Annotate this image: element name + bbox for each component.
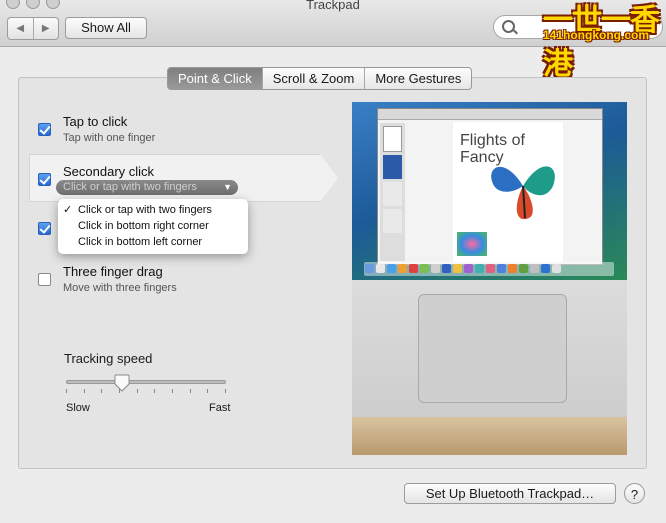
menu-item-bottom-right[interactable]: Click in bottom right corner xyxy=(58,218,248,234)
tab-more-gestures[interactable]: More Gestures xyxy=(364,68,471,89)
tab-point-click[interactable]: Point & Click xyxy=(168,68,262,89)
gesture-preview: Flights of Fancy xyxy=(352,102,627,455)
chevron-down-icon: ▼ xyxy=(223,182,232,192)
preview-trackpad xyxy=(418,294,567,403)
preview-screen: Flights of Fancy xyxy=(352,102,627,280)
slider-tick xyxy=(207,389,209,393)
toolbar: Trackpad ◀ ▶ Show All 一世一香港 141hongkong.… xyxy=(0,0,666,81)
slider-tick xyxy=(83,389,85,393)
tab-bar: Point & Click Scroll & Zoom More Gesture… xyxy=(167,67,473,90)
slider-tick xyxy=(136,389,138,393)
highlight-pointer xyxy=(320,154,338,202)
preview-desk xyxy=(352,417,627,455)
setup-bluetooth-trackpad-button[interactable]: Set Up Bluetooth Trackpad… xyxy=(404,483,616,504)
preview-dock xyxy=(364,262,614,276)
fast-label: Fast xyxy=(209,402,231,414)
tap-to-click-label: Tap to click xyxy=(63,114,128,129)
look-up-checkbox[interactable] xyxy=(38,222,51,235)
preview-page: Flights of Fancy xyxy=(453,122,563,262)
tracking-speed-slider[interactable] xyxy=(66,380,226,384)
secondary-click-menu: ✓ Click or tap with two fingers Click in… xyxy=(58,199,248,254)
three-finger-drag-label: Three finger drag xyxy=(63,264,163,279)
show-all-button[interactable]: Show All xyxy=(65,17,147,39)
tap-to-click-subtitle: Tap with one finger xyxy=(63,132,156,144)
slider-tick xyxy=(172,389,173,393)
tracking-speed-label: Tracking speed xyxy=(64,351,153,366)
preview-document-window: Flights of Fancy xyxy=(377,108,603,265)
tab-scroll-zoom[interactable]: Scroll & Zoom xyxy=(261,68,365,89)
secondary-click-popup[interactable]: Click or tap with two fingers ▼ xyxy=(56,180,238,195)
secondary-click-label: Secondary click xyxy=(63,164,155,179)
slider-tick xyxy=(119,389,120,393)
three-finger-drag-checkbox[interactable] xyxy=(38,273,51,286)
three-finger-drag-subtitle: Move with three fingers xyxy=(63,282,177,294)
tap-to-click-checkbox[interactable] xyxy=(38,123,51,136)
search-icon xyxy=(502,20,515,33)
help-button[interactable]: ? xyxy=(624,483,645,504)
nav-segment: ◀ ▶ xyxy=(7,17,59,40)
slider-tick xyxy=(154,389,156,393)
slider-ticks xyxy=(66,389,226,393)
menu-item-two-fingers[interactable]: ✓ Click or tap with two fingers xyxy=(58,202,248,218)
checkmark-icon: ✓ xyxy=(63,204,73,216)
slider-tick xyxy=(101,389,103,393)
slider-tick xyxy=(66,389,67,393)
forward-icon[interactable]: ▶ xyxy=(34,18,59,39)
back-icon[interactable]: ◀ xyxy=(8,18,34,39)
secondary-click-checkbox[interactable] xyxy=(38,173,51,186)
slider-tick xyxy=(189,389,191,393)
watermark-url: 141hongkong.com xyxy=(543,28,650,42)
slow-label: Slow xyxy=(66,402,90,414)
secondary-click-value: Click or tap with two fingers xyxy=(63,181,197,193)
slider-tick xyxy=(225,389,226,393)
menu-item-bottom-left[interactable]: Click in bottom left corner xyxy=(58,234,248,250)
